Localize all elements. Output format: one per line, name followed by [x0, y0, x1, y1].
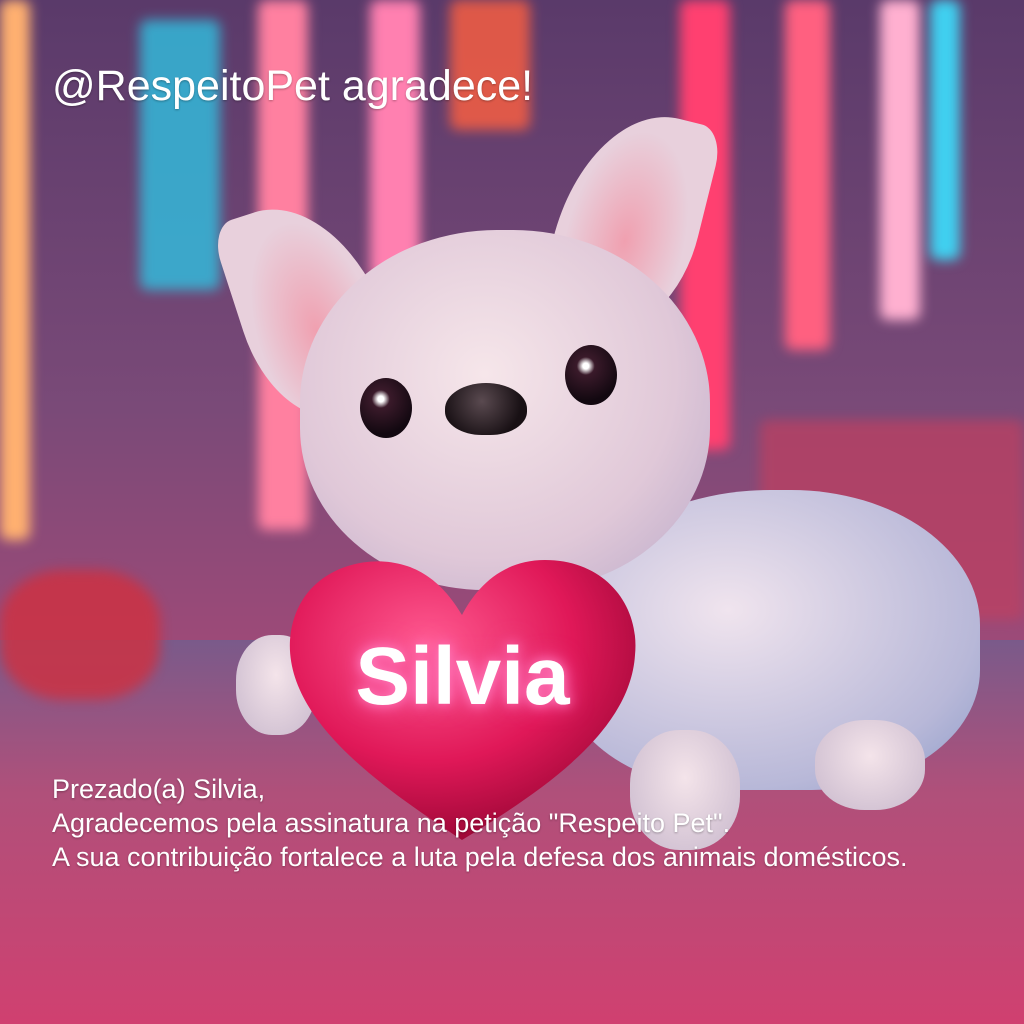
- neon-light: [140, 20, 220, 290]
- dog-eye: [565, 345, 617, 405]
- greeting: Prezado(a) Silvia,: [52, 774, 266, 804]
- heart-name: Silvia: [355, 631, 570, 722]
- neon-light: [370, 0, 420, 280]
- toy: [0, 570, 160, 700]
- message-line: A sua contribuição fortalece a luta pela…: [52, 842, 908, 872]
- message-line: Agradecemos pela assinatura na petição "…: [52, 808, 731, 838]
- neon-light: [880, 0, 920, 320]
- neon-light: [0, 0, 30, 540]
- page-title: @RespeitoPet agradece!: [52, 62, 534, 110]
- neon-light: [785, 0, 830, 350]
- dog-nose: [445, 383, 527, 435]
- dog-eye: [360, 378, 412, 438]
- neon-light: [930, 0, 960, 260]
- thank-you-message: Prezado(a) Silvia, Agradecemos pela assi…: [52, 772, 1024, 874]
